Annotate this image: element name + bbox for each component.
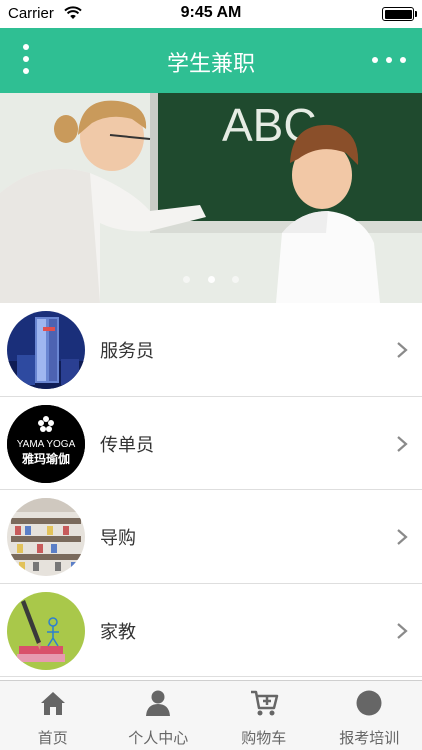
carousel-dot-2[interactable] xyxy=(207,276,215,283)
chevron-right-icon xyxy=(397,529,408,545)
battery-icon xyxy=(382,7,417,21)
tab-personal-center[interactable]: 个人中心 xyxy=(106,681,212,750)
list-item-shopping-guide[interactable]: 导购 xyxy=(0,490,422,584)
person-icon xyxy=(146,690,171,716)
pencil-book-thumbnail xyxy=(7,591,85,670)
tab-label: 个人中心 xyxy=(128,729,189,747)
chevron-right-icon xyxy=(397,435,408,452)
hotel-building-thumbnail xyxy=(7,311,85,389)
carousel-dot-3[interactable] xyxy=(231,276,239,283)
home-icon xyxy=(40,692,65,715)
tab-label: 报考培训 xyxy=(339,729,400,747)
list-item-tutor[interactable]: 家教 xyxy=(0,583,422,677)
cart-icon xyxy=(250,690,278,716)
carousel-dot-1[interactable] xyxy=(183,276,191,283)
tab-label: 购物车 xyxy=(241,729,287,747)
bottom-tab-bar: 首页 个人中心 购物车 报考培训 xyxy=(0,680,422,750)
thumb-brand-text: YAMA YOGA xyxy=(17,439,76,450)
tab-shopping-cart[interactable]: 购物车 xyxy=(211,681,317,750)
list-item-label: 服务员 xyxy=(100,341,154,362)
yoga-logo-thumbnail: YAMA YOGA 雅玛瑜伽 xyxy=(7,404,85,483)
tab-home[interactable]: 首页 xyxy=(0,681,106,750)
carousel-indicators xyxy=(0,268,422,287)
tab-label: 首页 xyxy=(37,729,68,747)
more-horizontal-icon[interactable] xyxy=(370,50,408,70)
app-screen: Carrier 9:45 AM 学生兼职 ABC 服务员 YAMA YOGA 雅… xyxy=(0,0,422,750)
tab-exam-training[interactable]: 报考培训 xyxy=(317,681,422,750)
list-item-label: 导购 xyxy=(100,528,136,549)
thumb-brand-cn-text: 雅玛瑜伽 xyxy=(21,451,70,466)
job-category-list: 服务员 YAMA YOGA 雅玛瑜伽 传单员 导购 家教 xyxy=(0,303,422,677)
list-item-waiter[interactable]: 服务员 xyxy=(0,303,422,397)
list-item-label: 传单员 xyxy=(100,434,154,456)
store-shelves-thumbnail xyxy=(7,498,85,576)
list-item-label: 家教 xyxy=(100,621,136,643)
status-bar: Carrier 9:45 AM xyxy=(0,0,422,28)
chevron-right-icon xyxy=(397,622,408,639)
app-header: 学生兼职 xyxy=(0,28,422,93)
chevron-right-icon xyxy=(397,342,408,358)
page-title: 学生兼职 xyxy=(166,52,255,77)
clock: 9:45 AM xyxy=(180,4,242,21)
circle-icon xyxy=(356,690,382,716)
list-item-flyer-distributor[interactable]: YAMA YOGA 雅玛瑜伽 传单员 xyxy=(0,396,422,490)
banner-carousel[interactable]: ABC xyxy=(0,93,422,303)
